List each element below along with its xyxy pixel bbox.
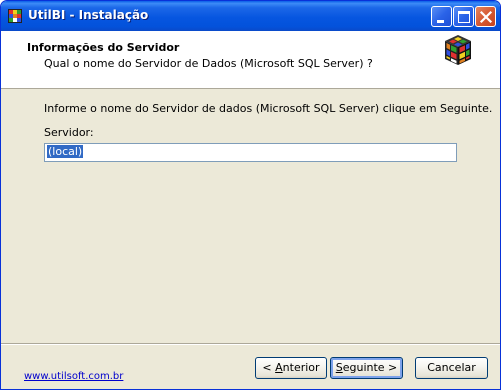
server-input[interactable]: (local) xyxy=(44,143,457,162)
title-bar[interactable]: UtilBI - Instalação xyxy=(1,1,500,31)
back-button-prefix: < xyxy=(262,361,276,374)
app-cube-icon xyxy=(8,9,22,23)
maximize-icon xyxy=(458,11,470,23)
close-icon xyxy=(479,10,493,24)
header-title: Informações do Servidor xyxy=(27,41,180,54)
footer-divider xyxy=(1,343,500,345)
header-subtitle: Qual o nome do Servidor de Dados (Micros… xyxy=(44,57,373,70)
window-title: UtilBI - Instalação xyxy=(28,8,149,22)
maximize-button[interactable] xyxy=(453,6,474,27)
server-label: Servidor: xyxy=(44,126,94,139)
cancel-button[interactable]: Cancelar xyxy=(415,357,488,379)
minimize-icon xyxy=(437,20,444,23)
next-button-label: eguinte > xyxy=(342,361,398,374)
close-button[interactable] xyxy=(475,6,496,27)
wizard-header: Informações do Servidor Qual o nome do S… xyxy=(1,31,500,89)
next-button-accel: S xyxy=(335,361,343,374)
back-button-label: nterior xyxy=(282,361,320,374)
minimize-button[interactable] xyxy=(431,6,452,27)
back-button-accel: A xyxy=(275,361,283,374)
instruction-text: Informe o nome do Servidor de dados (Mic… xyxy=(44,102,493,115)
rubik-cube-logo xyxy=(445,35,471,65)
next-button[interactable]: Seguinte > xyxy=(330,357,403,379)
website-link[interactable]: www.utilsoft.com.br xyxy=(24,371,123,382)
server-input-value: (local) xyxy=(47,145,84,158)
installer-window: UtilBI - Instalação Informações do Servi… xyxy=(0,0,501,390)
back-button[interactable]: < Anterior xyxy=(255,357,327,379)
